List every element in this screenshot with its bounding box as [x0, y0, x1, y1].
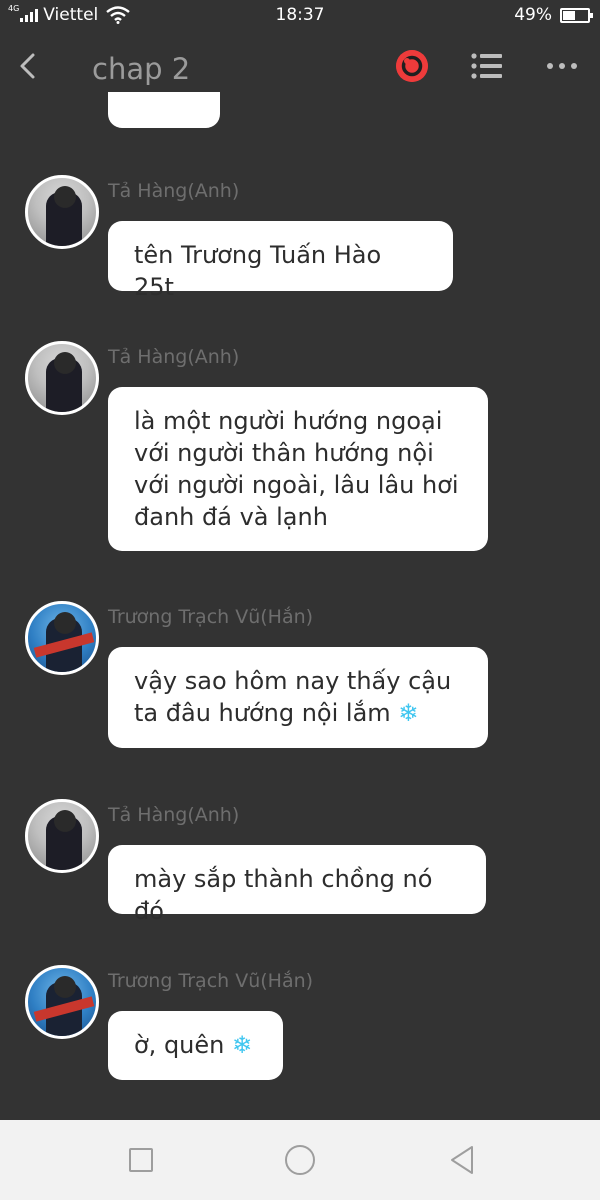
triangle-back-icon[interactable] — [448, 1144, 476, 1176]
previous-message-bubble — [108, 92, 220, 128]
status-right: 49% — [514, 5, 593, 25]
avatar[interactable] — [25, 175, 99, 249]
clock: 18:37 — [275, 5, 325, 25]
chat-header: chap 2 — [0, 32, 600, 108]
back-icon[interactable] — [14, 48, 42, 84]
circle-icon[interactable] — [285, 1145, 315, 1175]
snowflake-icon: ❄ — [232, 1031, 253, 1059]
message-text: tên Trương Tuấn Hào 25t — [134, 241, 382, 301]
message-bubble: tên Trương Tuấn Hào 25t — [108, 221, 453, 301]
navigation-bar — [0, 1120, 600, 1200]
sender-name: Tả Hàng(Anh) — [108, 804, 240, 826]
square-icon[interactable] — [129, 1148, 153, 1172]
avatar[interactable] — [25, 341, 99, 415]
record-icon[interactable] — [396, 50, 428, 82]
message-bubble: mày sắp thành chồng nó đó — [108, 845, 486, 925]
more-dots-icon[interactable] — [544, 54, 580, 78]
sender-name: Trương Trạch Vũ(Hắn) — [108, 970, 314, 992]
avatar[interactable] — [25, 799, 99, 873]
avatar[interactable] — [25, 965, 99, 1039]
message-bubble: là một người hướng ngoại với người thân … — [108, 387, 488, 551]
avatar[interactable] — [25, 601, 99, 675]
battery-icon — [560, 7, 593, 23]
snowflake-icon: ❄ — [398, 699, 419, 727]
list-icon[interactable] — [470, 52, 504, 80]
sender-name: Tả Hàng(Anh) — [108, 346, 240, 368]
sender-name: Trương Trạch Vũ(Hắn) — [108, 606, 314, 628]
sender-name: Tả Hàng(Anh) — [108, 180, 240, 202]
message-text: mày sắp thành chồng nó đó — [134, 865, 433, 925]
message-text: là một người hướng ngoại với người thân … — [134, 407, 459, 531]
battery-percent: 49% — [514, 5, 552, 25]
status-bar: 4G Viettel 18:37 49% — [0, 0, 600, 32]
message-text: ờ, quên — [134, 1031, 225, 1059]
page-title: chap 2 — [92, 52, 191, 86]
message-bubble: ờ, quên ❄ — [108, 1011, 283, 1080]
message-bubble: vậy sao hôm nay thấy cậu ta đâu hướng nộ… — [108, 647, 488, 748]
